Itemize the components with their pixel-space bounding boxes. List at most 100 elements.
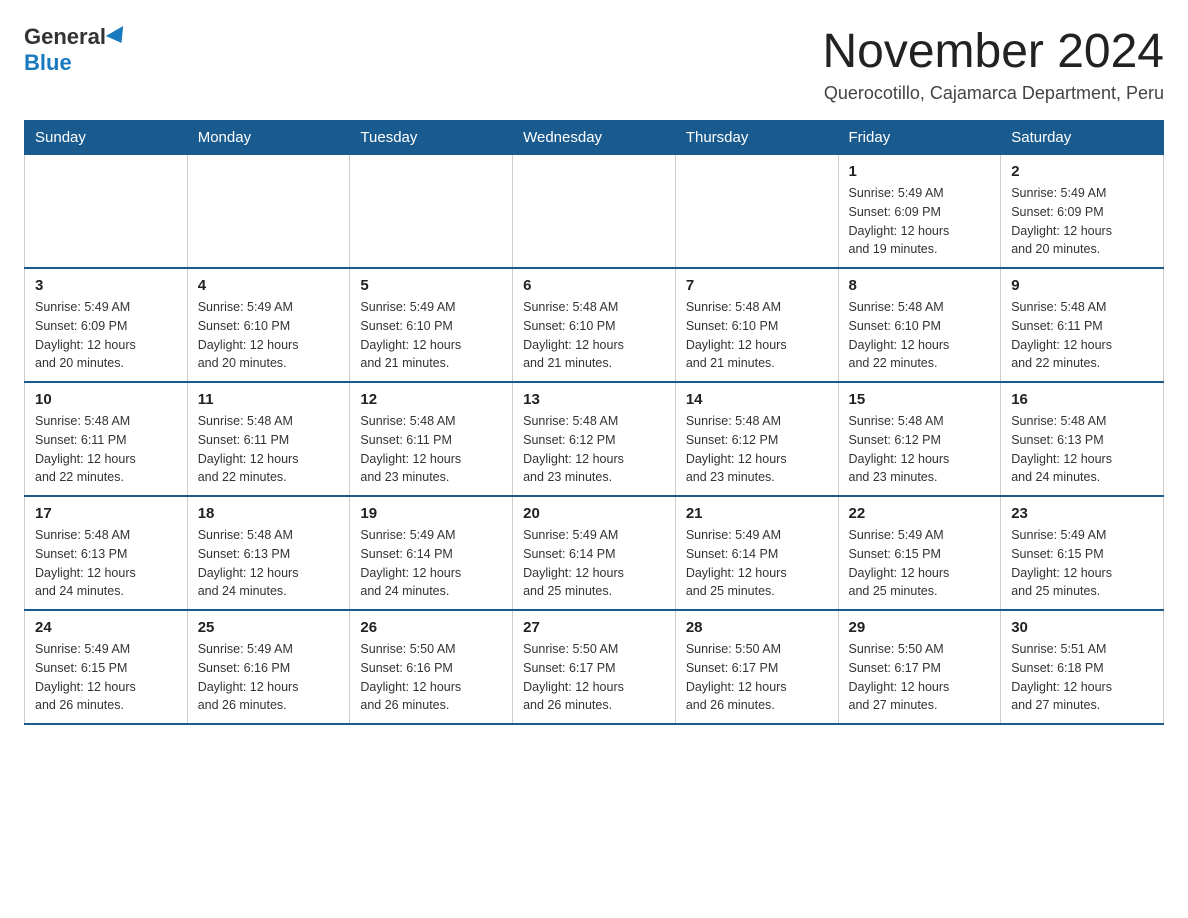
day-info: Sunrise: 5:48 AM Sunset: 6:12 PM Dayligh… bbox=[686, 412, 828, 487]
day-header-tuesday: Tuesday bbox=[350, 121, 513, 155]
calendar-cell: 4 Sunrise: 5:49 AM Sunset: 6:10 PM Daylig… bbox=[187, 268, 350, 382]
calendar-cell: 21 Sunrise: 5:49 AM Sunset: 6:14 PM Dayli… bbox=[675, 496, 838, 610]
calendar-cell: 12Sunrise: 5:48 AM Sunset: 6:11 PM Dayli… bbox=[350, 382, 513, 496]
day-info: Sunrise: 5:51 AM Sunset: 6:18 PM Dayligh… bbox=[1011, 640, 1153, 715]
calendar-cell: 13 Sunrise: 5:48 AM Sunset: 6:12 PM Dayli… bbox=[513, 382, 676, 496]
day-number: 11 bbox=[198, 391, 340, 408]
day-info: Sunrise: 5:49 AM Sunset: 6:10 PM Dayligh… bbox=[360, 298, 502, 373]
day-number: 14 bbox=[686, 391, 828, 408]
day-info: Sunrise: 5:50 AM Sunset: 6:17 PM Dayligh… bbox=[849, 640, 991, 715]
day-info: Sunrise: 5:49 AM Sunset: 6:14 PM Dayligh… bbox=[523, 526, 665, 601]
calendar-cell: 10 Sunrise: 5:48 AM Sunset: 6:11 PM Dayli… bbox=[25, 382, 188, 496]
day-number: 5 bbox=[360, 277, 502, 294]
day-number: 10 bbox=[35, 391, 177, 408]
day-info: Sunrise: 5:48 AM Sunset: 6:12 PM Dayligh… bbox=[523, 412, 665, 487]
day-header-wednesday: Wednesday bbox=[513, 121, 676, 155]
calendar-cell: 20 Sunrise: 5:49 AM Sunset: 6:14 PM Dayli… bbox=[513, 496, 676, 610]
day-number: 8 bbox=[849, 277, 991, 294]
day-number: 24 bbox=[35, 619, 177, 636]
day-number: 20 bbox=[523, 505, 665, 522]
day-info: Sunrise: 5:48 AM Sunset: 6:12 PM Dayligh… bbox=[849, 412, 991, 487]
day-info: Sunrise: 5:50 AM Sunset: 6:17 PM Dayligh… bbox=[686, 640, 828, 715]
calendar-cell: 3 Sunrise: 5:49 AM Sunset: 6:09 PM Daylig… bbox=[25, 268, 188, 382]
day-header-friday: Friday bbox=[838, 121, 1001, 155]
calendar-cell: 11 Sunrise: 5:48 AM Sunset: 6:11 PM Dayli… bbox=[187, 382, 350, 496]
calendar-body: 1Sunrise: 5:49 AM Sunset: 6:09 PM Daylig… bbox=[25, 155, 1164, 725]
calendar-cell: 29 Sunrise: 5:50 AM Sunset: 6:17 PM Dayli… bbox=[838, 610, 1001, 724]
day-number: 21 bbox=[686, 505, 828, 522]
day-header-thursday: Thursday bbox=[675, 121, 838, 155]
calendar-cell: 18 Sunrise: 5:48 AM Sunset: 6:13 PM Dayli… bbox=[187, 496, 350, 610]
day-header-saturday: Saturday bbox=[1001, 121, 1164, 155]
day-number: 13 bbox=[523, 391, 665, 408]
calendar-cell: 23Sunrise: 5:49 AM Sunset: 6:15 PM Dayli… bbox=[1001, 496, 1164, 610]
day-number: 19 bbox=[360, 505, 502, 522]
calendar-cell bbox=[513, 155, 676, 269]
day-number: 12 bbox=[360, 391, 502, 408]
logo: General Blue bbox=[24, 24, 130, 76]
calendar-cell: 28 Sunrise: 5:50 AM Sunset: 6:17 PM Dayli… bbox=[675, 610, 838, 724]
day-info: Sunrise: 5:48 AM Sunset: 6:11 PM Dayligh… bbox=[198, 412, 340, 487]
week-row-3: 10 Sunrise: 5:48 AM Sunset: 6:11 PM Dayli… bbox=[25, 382, 1164, 496]
day-info: Sunrise: 5:49 AM Sunset: 6:09 PM Dayligh… bbox=[1011, 184, 1153, 259]
calendar-cell: 2 Sunrise: 5:49 AM Sunset: 6:09 PM Daylig… bbox=[1001, 155, 1164, 269]
calendar-cell: 24 Sunrise: 5:49 AM Sunset: 6:15 PM Dayli… bbox=[25, 610, 188, 724]
day-info: Sunrise: 5:48 AM Sunset: 6:10 PM Dayligh… bbox=[849, 298, 991, 373]
day-number: 6 bbox=[523, 277, 665, 294]
calendar-header: SundayMondayTuesdayWednesdayThursdayFrid… bbox=[25, 121, 1164, 155]
week-row-2: 3 Sunrise: 5:49 AM Sunset: 6:09 PM Daylig… bbox=[25, 268, 1164, 382]
week-row-5: 24 Sunrise: 5:49 AM Sunset: 6:15 PM Dayli… bbox=[25, 610, 1164, 724]
logo-blue-text: Blue bbox=[24, 50, 72, 76]
day-number: 16 bbox=[1011, 391, 1153, 408]
day-info: Sunrise: 5:49 AM Sunset: 6:15 PM Dayligh… bbox=[1011, 526, 1153, 601]
day-info: Sunrise: 5:49 AM Sunset: 6:09 PM Dayligh… bbox=[849, 184, 991, 259]
week-row-4: 17 Sunrise: 5:48 AM Sunset: 6:13 PM Dayli… bbox=[25, 496, 1164, 610]
calendar-cell: 6 Sunrise: 5:48 AM Sunset: 6:10 PM Daylig… bbox=[513, 268, 676, 382]
day-header-monday: Monday bbox=[187, 121, 350, 155]
day-number: 2 bbox=[1011, 163, 1153, 180]
month-title: November 2024 bbox=[822, 24, 1164, 79]
day-info: Sunrise: 5:49 AM Sunset: 6:14 PM Dayligh… bbox=[686, 526, 828, 601]
day-info: Sunrise: 5:49 AM Sunset: 6:09 PM Dayligh… bbox=[35, 298, 177, 373]
day-number: 26 bbox=[360, 619, 502, 636]
day-number: 22 bbox=[849, 505, 991, 522]
day-info: Sunrise: 5:48 AM Sunset: 6:13 PM Dayligh… bbox=[35, 526, 177, 601]
day-info: Sunrise: 5:48 AM Sunset: 6:10 PM Dayligh… bbox=[686, 298, 828, 373]
calendar-cell: 25Sunrise: 5:49 AM Sunset: 6:16 PM Dayli… bbox=[187, 610, 350, 724]
logo-general-text: General bbox=[24, 24, 106, 50]
day-number: 17 bbox=[35, 505, 177, 522]
day-number: 30 bbox=[1011, 619, 1153, 636]
calendar-cell: 27Sunrise: 5:50 AM Sunset: 6:17 PM Dayli… bbox=[513, 610, 676, 724]
day-info: Sunrise: 5:49 AM Sunset: 6:16 PM Dayligh… bbox=[198, 640, 340, 715]
week-row-1: 1Sunrise: 5:49 AM Sunset: 6:09 PM Daylig… bbox=[25, 155, 1164, 269]
day-number: 28 bbox=[686, 619, 828, 636]
calendar-cell bbox=[25, 155, 188, 269]
day-number: 3 bbox=[35, 277, 177, 294]
day-number: 29 bbox=[849, 619, 991, 636]
day-info: Sunrise: 5:48 AM Sunset: 6:13 PM Dayligh… bbox=[198, 526, 340, 601]
calendar-cell: 7 Sunrise: 5:48 AM Sunset: 6:10 PM Daylig… bbox=[675, 268, 838, 382]
day-number: 7 bbox=[686, 277, 828, 294]
day-info: Sunrise: 5:48 AM Sunset: 6:11 PM Dayligh… bbox=[1011, 298, 1153, 373]
day-number: 15 bbox=[849, 391, 991, 408]
calendar-cell: 16 Sunrise: 5:48 AM Sunset: 6:13 PM Dayli… bbox=[1001, 382, 1164, 496]
day-info: Sunrise: 5:50 AM Sunset: 6:17 PM Dayligh… bbox=[523, 640, 665, 715]
day-info: Sunrise: 5:49 AM Sunset: 6:15 PM Dayligh… bbox=[35, 640, 177, 715]
day-info: Sunrise: 5:48 AM Sunset: 6:13 PM Dayligh… bbox=[1011, 412, 1153, 487]
day-number: 18 bbox=[198, 505, 340, 522]
title-block: November 2024 Querocotillo, Cajamarca De… bbox=[822, 24, 1164, 104]
calendar-cell bbox=[187, 155, 350, 269]
calendar-cell: 30 Sunrise: 5:51 AM Sunset: 6:18 PM Dayli… bbox=[1001, 610, 1164, 724]
calendar-cell: 19Sunrise: 5:49 AM Sunset: 6:14 PM Dayli… bbox=[350, 496, 513, 610]
calendar-cell: 26 Sunrise: 5:50 AM Sunset: 6:16 PM Dayli… bbox=[350, 610, 513, 724]
calendar-cell: 9Sunrise: 5:48 AM Sunset: 6:11 PM Daylig… bbox=[1001, 268, 1164, 382]
day-info: Sunrise: 5:49 AM Sunset: 6:10 PM Dayligh… bbox=[198, 298, 340, 373]
day-info: Sunrise: 5:50 AM Sunset: 6:16 PM Dayligh… bbox=[360, 640, 502, 715]
calendar-cell bbox=[675, 155, 838, 269]
calendar-cell: 22Sunrise: 5:49 AM Sunset: 6:15 PM Dayli… bbox=[838, 496, 1001, 610]
day-number: 4 bbox=[198, 277, 340, 294]
day-info: Sunrise: 5:48 AM Sunset: 6:11 PM Dayligh… bbox=[35, 412, 177, 487]
day-info: Sunrise: 5:48 AM Sunset: 6:10 PM Dayligh… bbox=[523, 298, 665, 373]
day-headers-row: SundayMondayTuesdayWednesdayThursdayFrid… bbox=[25, 121, 1164, 155]
calendar-cell bbox=[350, 155, 513, 269]
